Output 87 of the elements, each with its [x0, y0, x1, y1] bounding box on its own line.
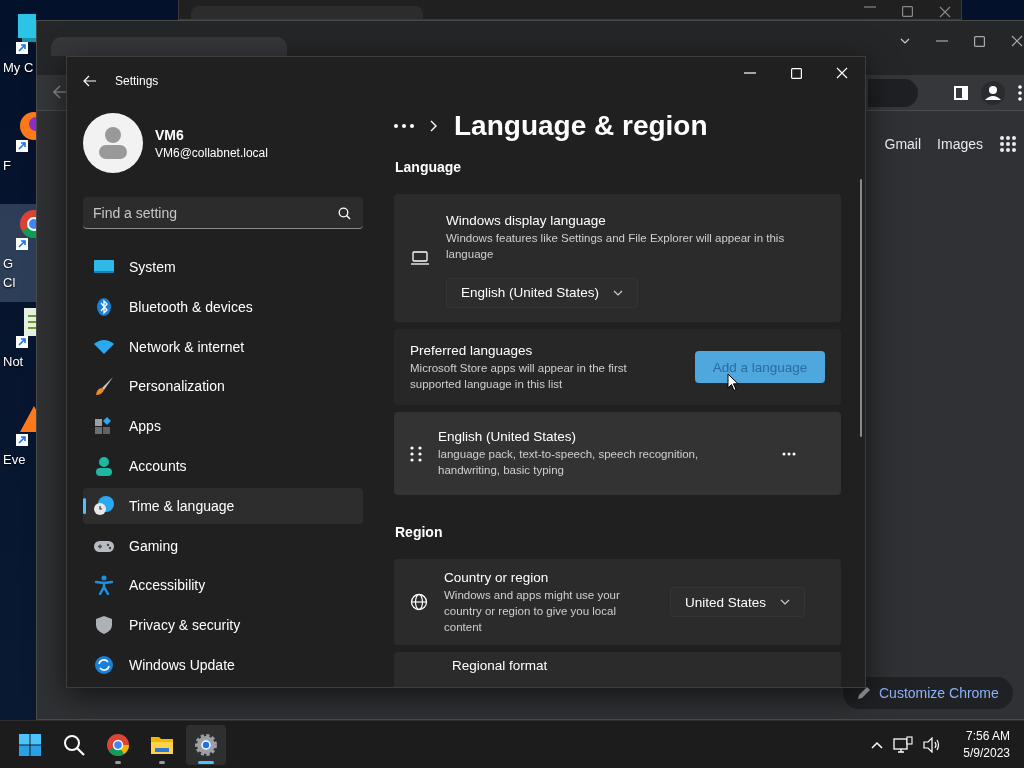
chevron-right-icon	[430, 120, 438, 132]
windows-icon	[18, 732, 42, 757]
person-icon	[93, 455, 115, 476]
close-icon	[1011, 35, 1023, 47]
minimize-icon	[744, 72, 756, 74]
nav-item[interactable]: Time & language	[83, 487, 363, 524]
menu-icon[interactable]	[1017, 84, 1023, 102]
close-icon	[836, 67, 848, 79]
card-description: Windows features like Settings and File Explorer will appear in this language	[446, 230, 786, 262]
maximize-icon	[974, 35, 985, 47]
network-icon[interactable]	[893, 735, 914, 754]
icon-label: Eve	[2, 452, 27, 467]
minimize-icon	[864, 6, 876, 8]
person-icon	[97, 126, 129, 160]
chrome-icon	[106, 732, 130, 757]
chevron-up-icon[interactable]	[871, 740, 884, 749]
nav-item[interactable]: Network & internet	[83, 328, 363, 365]
chevron-down-icon	[780, 599, 791, 605]
nav-item[interactable]: Personalization	[83, 368, 363, 405]
card-description: Windows and apps might use your country or region to give you local content	[444, 587, 621, 635]
user-name: VM6	[155, 126, 185, 143]
section-heading: Region	[394, 523, 444, 542]
more-icon[interactable]	[394, 124, 414, 128]
pencil-icon	[857, 686, 871, 700]
nav-item[interactable]: Bluetooth & devices	[83, 288, 363, 325]
warning-icon[interactable]	[14, 404, 36, 448]
card-title: Windows display language	[446, 212, 607, 228]
gear-icon	[194, 732, 218, 757]
nav-item[interactable]: Accounts	[83, 448, 363, 484]
apps-grid-icon[interactable]	[999, 135, 1017, 153]
card-title: English (United States)	[438, 429, 578, 444]
shield-icon	[93, 615, 115, 636]
desktop-icon[interactable]: My C	[0, 8, 36, 106]
icon-label: G	[2, 256, 15, 271]
side-panel-icon[interactable]	[953, 85, 969, 101]
refresh-icon	[93, 655, 115, 676]
search-field[interactable]: Find a setting	[83, 197, 363, 229]
desktop-icon[interactable]: Eve	[0, 400, 36, 498]
card-description: language pack, text-to-speech, speech recognition, handwriting, basic typing	[438, 447, 700, 478]
laptop-icon	[410, 250, 430, 266]
icon-label: Not	[2, 354, 25, 369]
card-description: Microsoft Store apps will appear in the first supported language in this list	[410, 360, 628, 392]
section-heading: Language	[394, 158, 463, 177]
icon-label: F	[2, 158, 12, 173]
nav-item[interactable]: Windows Update	[83, 647, 363, 683]
minimize-icon	[936, 40, 948, 42]
header-link[interactable]: Gmail	[884, 136, 922, 152]
card-title: Preferred languages	[410, 342, 534, 358]
accessibility-icon	[93, 575, 115, 596]
card-title: Country or region	[444, 569, 550, 585]
search-icon	[62, 732, 86, 757]
nav-item[interactable]: Accessibility	[83, 567, 363, 604]
maximize-icon	[902, 6, 913, 17]
icon-label: My C	[2, 60, 35, 75]
chevron-down-icon	[613, 289, 624, 296]
language-dropdown[interactable]: English (United States)	[446, 277, 639, 308]
language-item[interactable]: English (United States) language pack, text-to-speech, speech recognition, handwriting, basic typing	[394, 412, 841, 495]
close-icon	[939, 6, 951, 18]
clock-date: 5/9/2023	[963, 746, 1010, 760]
clock-globe-icon	[93, 495, 115, 516]
card-title: Regional format	[452, 658, 548, 673]
selection-indicator	[83, 497, 86, 514]
clock-time: 7:56 AM	[965, 729, 1010, 743]
profile-icon[interactable]	[981, 81, 1005, 105]
header-link[interactable]: Images	[937, 136, 983, 152]
volume-icon[interactable]	[923, 736, 942, 753]
customize-chrome-button[interactable]: Customize Chrome	[843, 677, 1013, 709]
chevron-down-icon	[900, 38, 910, 44]
computer-icon[interactable]	[14, 12, 36, 56]
nav-item[interactable]: System	[83, 249, 363, 285]
drag-handle-icon[interactable]	[410, 445, 422, 462]
more-icon	[782, 451, 796, 456]
icon-label: Cl	[2, 275, 17, 290]
page-title: Language & region	[454, 110, 708, 142]
scrollbar[interactable]	[860, 179, 862, 437]
globe-icon	[410, 593, 428, 611]
nav-item[interactable]: Apps	[83, 408, 363, 445]
maximize-icon	[790, 67, 802, 79]
cursor-icon	[727, 373, 739, 392]
nav-item[interactable]: Gaming	[83, 527, 363, 564]
search-icon	[338, 207, 351, 220]
clock[interactable]: 7:56 AM 5/9/2023	[963, 729, 1010, 760]
taskbar-button[interactable]	[186, 724, 226, 765]
country-dropdown[interactable]: United States	[670, 587, 806, 617]
window-title: Settings	[115, 74, 159, 88]
user-email: VM6@collabnet.local	[155, 145, 268, 160]
nav-item[interactable]: Privacy & security	[83, 607, 363, 644]
